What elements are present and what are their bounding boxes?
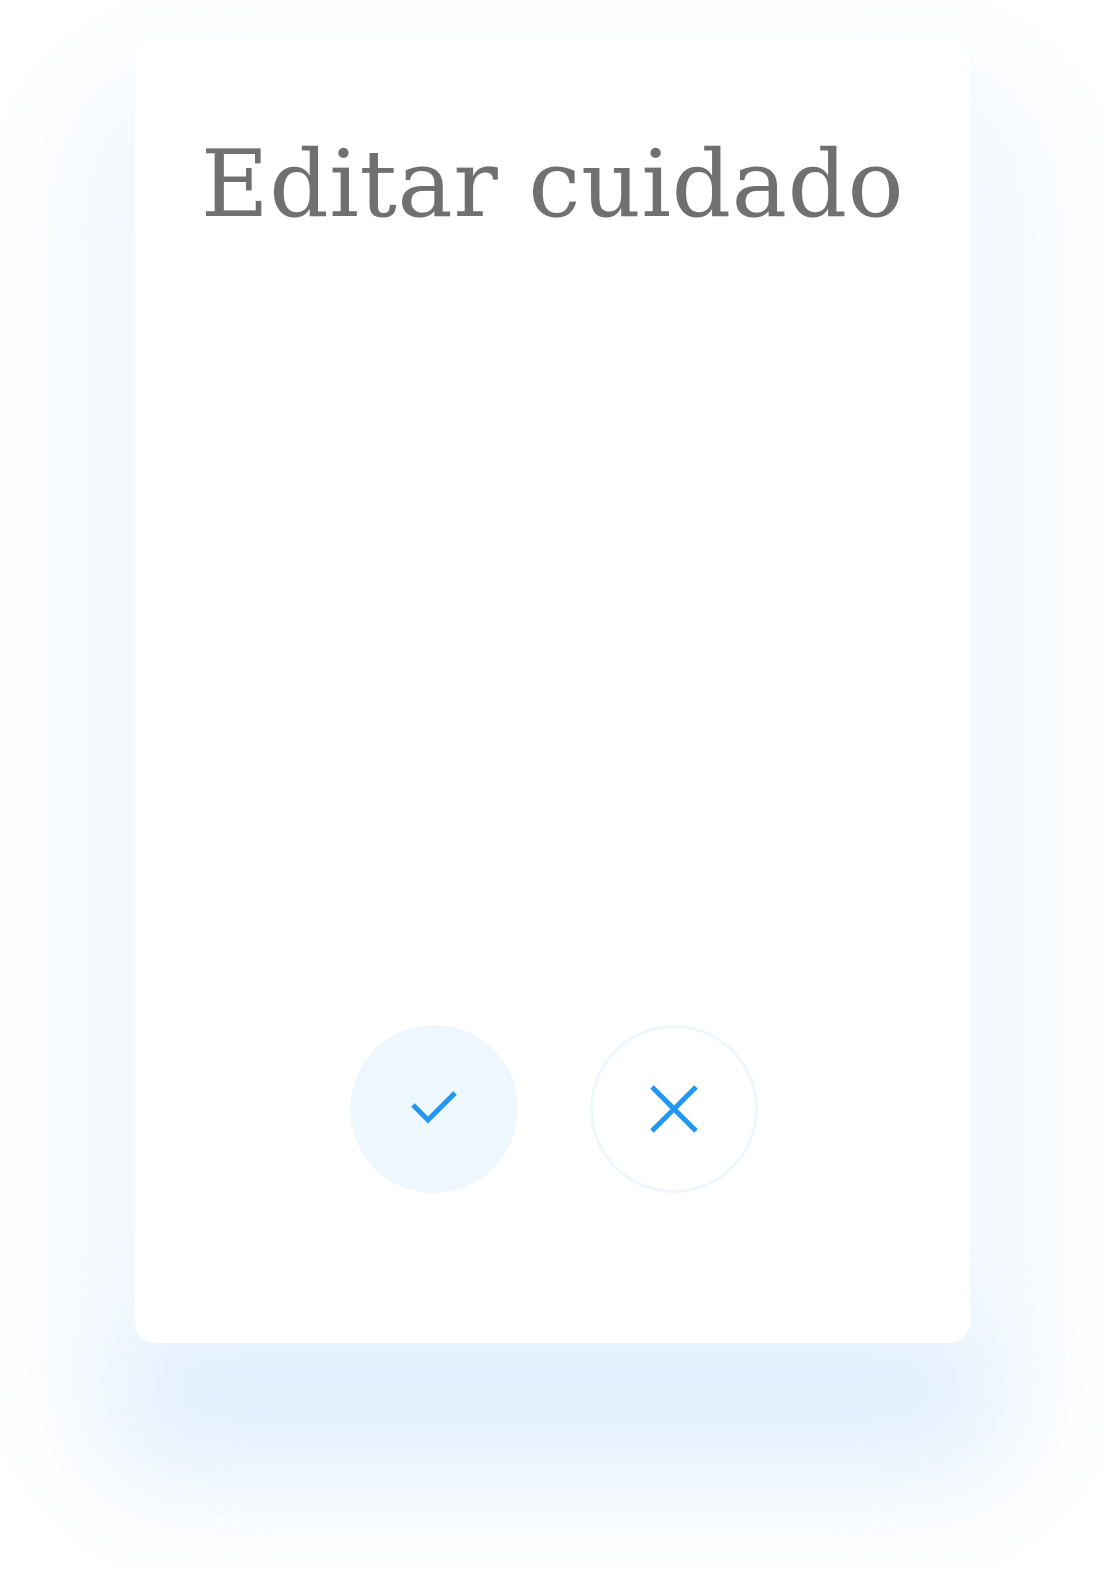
close-icon bbox=[650, 1085, 698, 1133]
confirm-button[interactable] bbox=[350, 1025, 518, 1193]
dialog-overlay: Editar cuidado bbox=[0, 0, 1107, 1572]
dialog-title: Editar cuidado bbox=[200, 130, 905, 238]
cancel-button[interactable] bbox=[590, 1025, 758, 1193]
check-icon bbox=[411, 1091, 457, 1124]
edit-care-dialog: Editar cuidado bbox=[135, 40, 970, 1343]
